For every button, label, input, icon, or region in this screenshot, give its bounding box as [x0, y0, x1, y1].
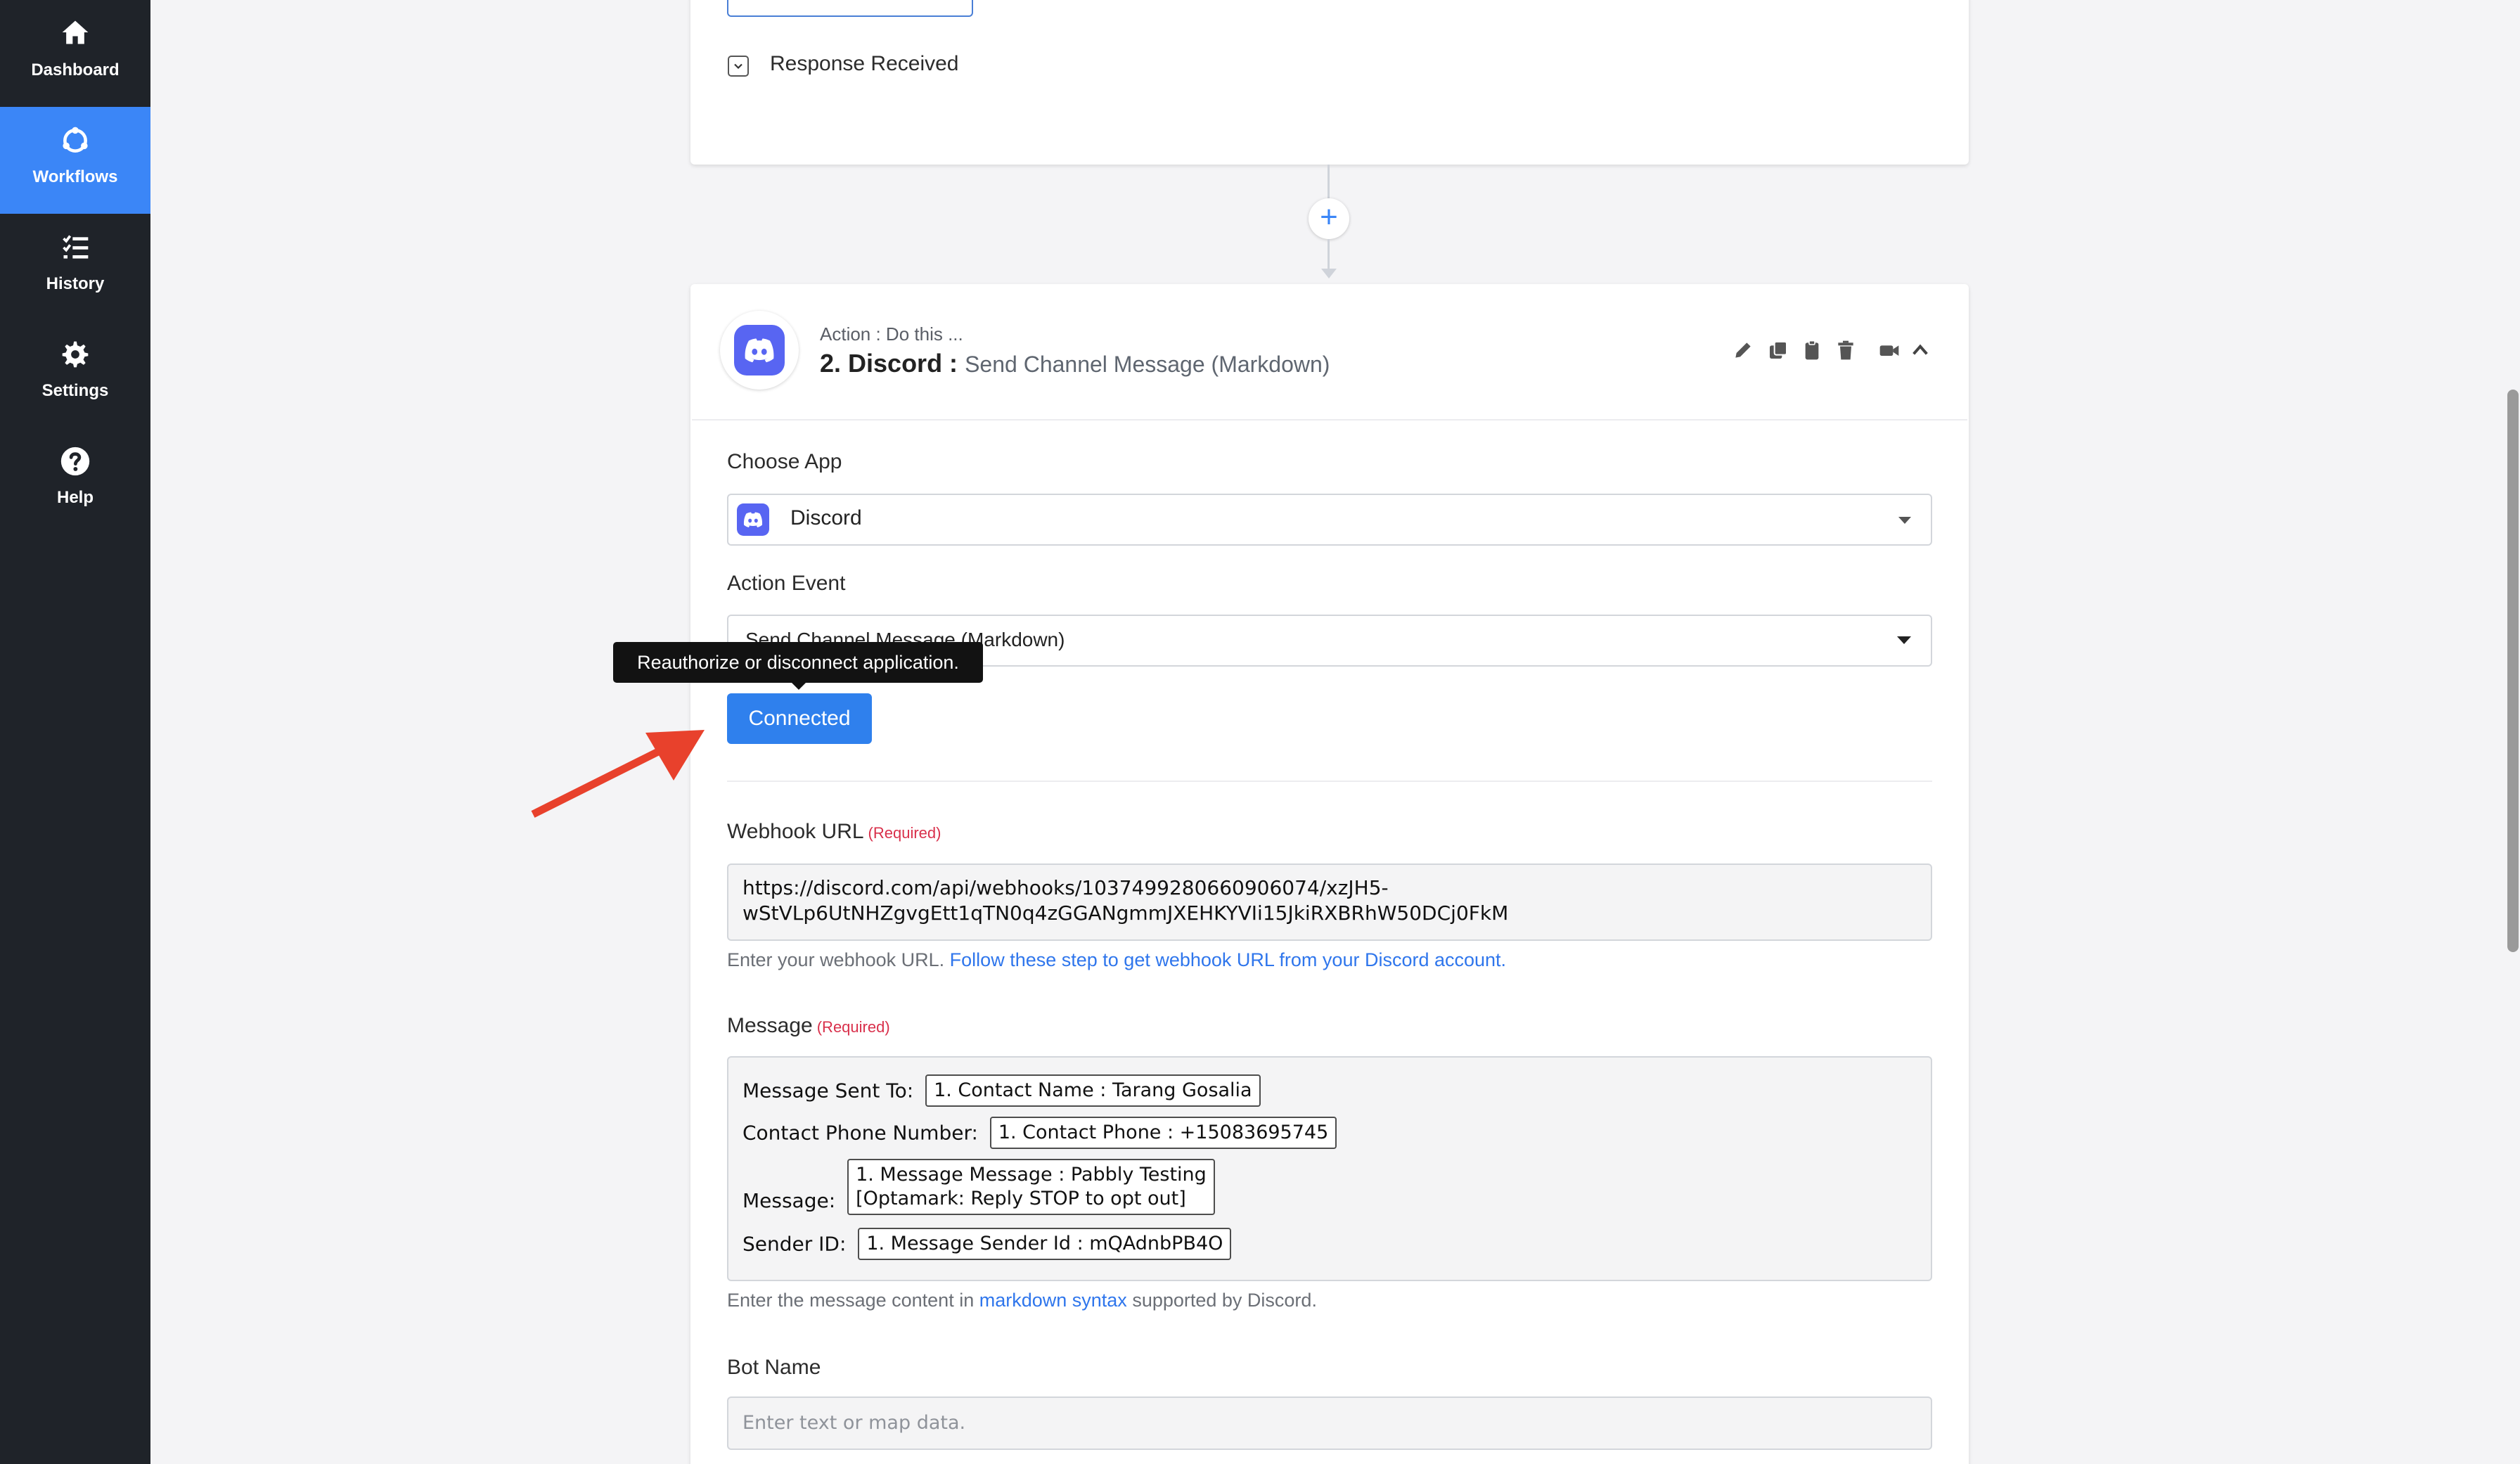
delete-trash-icon[interactable]: [1834, 339, 1857, 361]
response-received-checkbox[interactable]: [728, 56, 749, 77]
required-marker: (Required): [816, 1018, 890, 1036]
action-subtitle: Action : Do this ...: [820, 323, 963, 345]
paste-clipboard-icon[interactable]: [1801, 339, 1823, 361]
message-label-text: Message: [727, 1014, 813, 1037]
connector-arrow: [1321, 269, 1337, 278]
sidebar-item-workflows[interactable]: Workflows: [0, 107, 150, 214]
edit-pencil-icon[interactable]: [1732, 339, 1754, 361]
webhook-help-prefix: Enter your webhook URL.: [727, 949, 950, 970]
message-help-text: Enter the message content in markdown sy…: [727, 1290, 1317, 1311]
tag-line1: 1. Message Message : Pabbly Testing: [856, 1164, 1207, 1186]
video-camera-icon[interactable]: [1878, 339, 1901, 361]
webhook-url-label: Webhook URL (Required): [727, 820, 941, 844]
bot-name-placeholder: Enter text or map data.: [742, 1412, 966, 1434]
annotation-arrow: [531, 730, 705, 818]
row-prefix: Contact Phone Number:: [742, 1121, 978, 1145]
collapse-chevron-up-icon[interactable]: [1909, 339, 1931, 361]
choose-app-value: Discord: [790, 506, 862, 529]
choose-app-label: Choose App: [727, 450, 842, 473]
trigger-card: Response Received: [690, 0, 1969, 165]
workflows-icon: [63, 127, 88, 153]
message-row-message: Message: 1. Message Message : Pabbly Tes…: [742, 1159, 1215, 1215]
sidebar-item-label: Dashboard: [31, 60, 120, 79]
webhook-url-line1: https://discord.com/api/webhooks/1037499…: [742, 876, 1389, 899]
message-row-sender-id: Sender ID: 1. Message Sender Id : mQAdnb…: [742, 1228, 1232, 1260]
home-icon: [62, 20, 89, 44]
history-icon: [63, 235, 89, 259]
response-received-label: Response Received: [770, 52, 959, 75]
connector-line-top: [1328, 165, 1330, 200]
webhook-url-input[interactable]: https://discord.com/api/webhooks/1037499…: [727, 863, 1932, 941]
gear-icon: [62, 341, 89, 368]
chevron-down-icon: [734, 63, 742, 70]
step-event-name: Send Channel Message (Markdown): [965, 352, 1330, 377]
step-app-name: 2. Discord :: [820, 349, 958, 378]
message-row-contact-phone: Contact Phone Number: 1. Contact Phone :…: [742, 1117, 1337, 1149]
row-prefix: Sender ID:: [742, 1232, 847, 1256]
sidebar-item-label: Workflows: [32, 167, 118, 186]
choose-app-select[interactable]: Discord: [727, 494, 1932, 546]
markdown-syntax-link[interactable]: markdown syntax: [979, 1290, 1127, 1311]
discord-logo-icon: [734, 325, 785, 375]
tooltip-arrow: [790, 681, 807, 690]
discord-logo-icon: [737, 503, 769, 536]
message-row-sent-to: Message Sent To: 1. Contact Name : Taran…: [742, 1074, 1261, 1107]
mapped-field-tag[interactable]: 1. Contact Name : Tarang Gosalia: [925, 1074, 1261, 1107]
discord-app-badge: [720, 311, 799, 390]
action-event-label: Action Event: [727, 572, 846, 595]
message-help-suffix: supported by Discord.: [1126, 1290, 1317, 1311]
mapped-field-tag[interactable]: 1. Contact Phone : +15083695745: [989, 1117, 1337, 1149]
partial-field[interactable]: [727, 0, 973, 17]
header-divider: [692, 419, 1967, 420]
sidebar-item-label: Settings: [41, 381, 109, 400]
reauthorize-tooltip: Reauthorize or disconnect application.: [613, 642, 983, 683]
sidebar-item-help[interactable]: Help: [0, 428, 150, 534]
row-prefix: Message:: [742, 1188, 836, 1212]
message-help-prefix: Enter the message content in: [727, 1290, 979, 1311]
webhook-help-text: Enter your webhook URL. Follow these ste…: [727, 949, 1506, 971]
webhook-help-link[interactable]: Follow these step to get webhook URL fro…: [950, 949, 1506, 970]
help-icon: [60, 447, 90, 476]
connector-line-bottom: [1328, 239, 1330, 270]
webhook-url-label-text: Webhook URL: [727, 820, 864, 843]
bot-name-input[interactable]: Enter text or map data.: [727, 1396, 1932, 1450]
row-prefix: Message Sent To:: [742, 1079, 914, 1103]
sidebar-item-dashboard[interactable]: Dashboard: [0, 0, 150, 107]
section-divider: [727, 781, 1932, 782]
tag-line2: [Optamark: Reply STOP to opt out]: [856, 1188, 1186, 1209]
mapped-field-tag[interactable]: 1. Message Sender Id : mQAdnbPB4O: [858, 1228, 1232, 1260]
mapped-field-tag[interactable]: 1. Message Message : Pabbly Testing [Opt…: [847, 1159, 1215, 1215]
sidebar: Dashboard Workflows History Settings Hel…: [0, 0, 150, 1464]
webhook-url-line2: wStVLp6UtNHZgvgEtt1qTN0q4zGGANgmmJXEHKYV…: [742, 901, 1509, 925]
caret-down-icon: [1897, 636, 1911, 644]
bot-name-label: Bot Name: [727, 1356, 821, 1379]
sidebar-item-label: History: [46, 274, 105, 293]
connected-button[interactable]: Connected: [727, 693, 872, 744]
action-step-title: 2. Discord : Send Channel Message (Markd…: [820, 349, 1330, 378]
copy-icon[interactable]: [1767, 339, 1789, 361]
sidebar-item-history[interactable]: History: [0, 214, 150, 321]
add-step-button[interactable]: +: [1309, 198, 1349, 239]
page-scrollbar-thumb[interactable]: [2507, 390, 2519, 952]
sidebar-item-settings[interactable]: Settings: [0, 321, 150, 428]
required-marker: (Required): [868, 824, 941, 842]
message-label: Message (Required): [727, 1014, 890, 1038]
sidebar-item-label: Help: [56, 488, 94, 507]
caret-down-icon: [1898, 517, 1911, 524]
